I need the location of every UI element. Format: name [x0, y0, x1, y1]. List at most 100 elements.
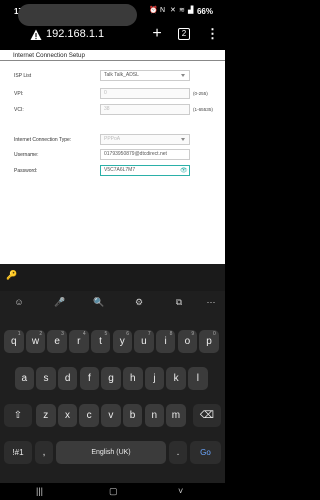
signal-icon: ▟: [188, 7, 194, 14]
period-key[interactable]: .: [169, 441, 187, 464]
keyboard-accessory-bar: [0, 264, 225, 291]
comma-key[interactable]: ,: [35, 441, 53, 464]
key-g[interactable]: g: [101, 367, 121, 390]
symbols-key[interactable]: !#1: [4, 441, 32, 464]
key-label: i: [164, 336, 167, 347]
key-label: z: [43, 410, 49, 421]
key-number-hint: 2: [39, 331, 43, 337]
username-label: Username:: [14, 152, 39, 158]
password-label: Password:: [14, 168, 38, 174]
key-n[interactable]: n: [144, 404, 164, 427]
nfc-icon: N: [160, 7, 166, 14]
backspace-key[interactable]: ⌫: [193, 404, 221, 427]
key-label: k: [173, 373, 179, 384]
key-label: l: [196, 373, 199, 384]
key-s[interactable]: s: [36, 367, 56, 390]
key-label: h: [129, 373, 136, 384]
key-k[interactable]: k: [166, 367, 186, 390]
key-label: y: [119, 336, 125, 347]
vpi-label: VPI:: [14, 91, 24, 97]
alarm-icon: ⏰: [149, 7, 158, 14]
key-w[interactable]: w2: [25, 330, 46, 353]
key-m[interactable]: m: [166, 404, 186, 427]
key-number-hint: 5: [104, 331, 108, 337]
key-label: u: [141, 336, 147, 347]
key-number-hint: 0: [213, 331, 216, 337]
key-label: f: [87, 373, 91, 384]
password-input[interactable]: V5C7A6L7M7: [100, 165, 190, 176]
key-b[interactable]: b: [122, 404, 143, 427]
key-label: c: [86, 410, 92, 421]
key-o[interactable]: o9: [177, 330, 198, 353]
key-f[interactable]: f: [79, 367, 100, 390]
key-x[interactable]: x: [57, 404, 78, 427]
key-label: m: [171, 410, 181, 421]
shift-key[interactable]: ⇧: [4, 404, 32, 427]
key-label: g: [108, 373, 114, 384]
battery-level: 66%: [196, 7, 213, 16]
key-j[interactable]: j: [144, 367, 165, 390]
divider: [0, 60, 225, 61]
key-r[interactable]: r4: [69, 330, 89, 353]
key-label: o: [184, 336, 191, 347]
key-number-hint: 8: [169, 331, 173, 337]
search-icon[interactable]: 🔍: [92, 295, 106, 309]
mute-icon: ✕: [170, 7, 176, 14]
emoji-icon[interactable]: ☺: [12, 295, 26, 309]
passwords-key-icon[interactable]: 🔑: [6, 270, 20, 282]
warning-icon[interactable]: [30, 29, 42, 41]
key-d[interactable]: d: [57, 367, 78, 390]
more-options-icon[interactable]: ⋯: [204, 295, 218, 309]
microphone-icon[interactable]: 🎤: [53, 295, 67, 309]
go-key[interactable]: Go: [190, 441, 221, 464]
key-y[interactable]: y6: [112, 330, 132, 353]
key-label: x: [64, 410, 70, 421]
isp-list-value: Talk Talk_ADSL: [104, 72, 139, 78]
key-z[interactable]: z: [36, 404, 56, 427]
back-icon[interactable]: ˅: [178, 485, 183, 497]
key-label: q: [10, 336, 17, 347]
key-l[interactable]: l: [188, 367, 208, 390]
key-label: v: [108, 410, 114, 421]
vpi-range: (0-255): [193, 91, 208, 96]
connection-type-label: Internet Connection Type:: [14, 137, 72, 143]
vci-label: VCI:: [14, 107, 24, 113]
key-c[interactable]: c: [79, 404, 99, 427]
key-a[interactable]: a: [14, 367, 34, 390]
key-number-hint: 1: [17, 331, 21, 337]
key-u[interactable]: u7: [134, 330, 154, 353]
key-v[interactable]: v: [101, 404, 121, 427]
settings-gear-icon[interactable]: ⚙: [132, 295, 146, 309]
tab-switcher-button[interactable]: 2: [178, 28, 190, 40]
vci-range: (1-65535): [193, 107, 213, 112]
vci-input[interactable]: 38: [100, 104, 190, 115]
key-h[interactable]: h: [123, 367, 143, 390]
key-e[interactable]: e3: [47, 330, 67, 353]
key-p[interactable]: p0: [199, 330, 219, 353]
vpi-input[interactable]: 0: [100, 88, 190, 99]
wifi-icon: ≋: [179, 7, 185, 14]
translate-icon[interactable]: ⧉: [172, 295, 186, 309]
connection-type-value: PPPoA: [104, 136, 121, 142]
username-input[interactable]: 01793950879@dtcdirect.net: [100, 149, 190, 160]
key-t[interactable]: t5: [90, 330, 111, 353]
show-password-icon[interactable]: 👁: [180, 167, 188, 174]
key-number-hint: 6: [126, 331, 129, 337]
key-label: p: [206, 336, 212, 347]
connection-type-select[interactable]: PPPoA: [100, 134, 190, 145]
chevron-down-icon: [181, 138, 185, 141]
key-q[interactable]: q1: [4, 330, 24, 353]
isp-list-select[interactable]: Talk Talk_ADSL: [100, 70, 190, 81]
recent-apps-icon[interactable]: |||: [36, 485, 43, 497]
key-i[interactable]: i8: [155, 330, 176, 353]
url-text[interactable]: 192.168.1.1: [46, 28, 104, 40]
new-tab-button[interactable]: +: [150, 25, 164, 43]
more-menu-icon[interactable]: ⋮: [206, 26, 219, 42]
key-number-hint: 9: [191, 331, 195, 337]
key-label: j: [153, 373, 156, 384]
chevron-down-icon: [181, 74, 185, 77]
home-icon[interactable]: ▢: [109, 485, 118, 497]
address-bar[interactable]: [18, 4, 137, 26]
page-title: Internet Connection Setup: [13, 52, 85, 59]
space-key[interactable]: English (UK): [56, 441, 166, 464]
